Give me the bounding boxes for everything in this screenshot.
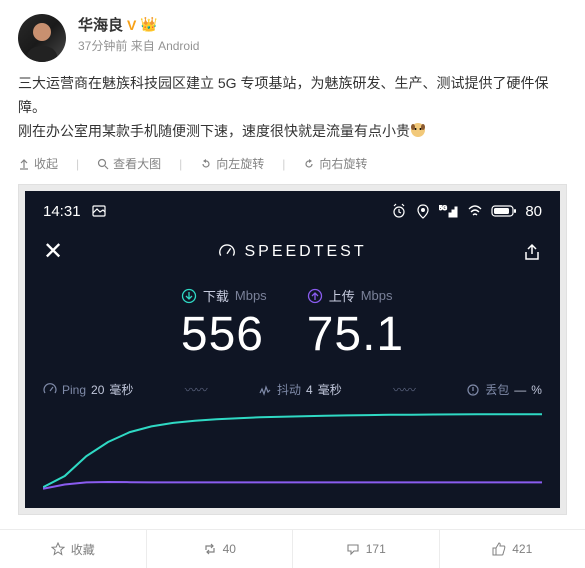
status-time: 14:31: [43, 203, 81, 220]
post-header: 华海良 V 👑 37分钟前 来自 Android: [18, 14, 567, 62]
separator: 〰〰: [185, 381, 207, 398]
source-prefix: 来自: [131, 39, 155, 53]
separator: 〰〰: [393, 381, 415, 398]
like-icon: [492, 542, 506, 556]
jitter-stat: 抖动 4毫秒: [258, 381, 342, 398]
phone-status-bar: 14:31 5G 80: [43, 191, 542, 231]
loss-icon: [466, 383, 480, 397]
gauge-icon: [218, 243, 236, 261]
signal-5g-icon: 5G: [439, 203, 459, 219]
upload-metric: 上传 Mbps 75.1: [307, 286, 404, 359]
speed-chart: [43, 408, 542, 493]
divider: |: [282, 157, 285, 171]
rotate-right-button[interactable]: 向右旋转: [303, 155, 367, 172]
repost-icon: [203, 542, 217, 556]
speedtest-screenshot: 14:31 5G 80 ✕ SPEEDTEST: [25, 191, 560, 508]
collapse-image-button[interactable]: 收起: [18, 155, 58, 172]
content-line-2: 刚在办公室用某款手机随便测下速，速度很快就是流量有点小贵: [18, 120, 567, 144]
location-icon: [415, 203, 431, 219]
dog-emoji-icon: [410, 122, 426, 138]
star-icon: [51, 542, 65, 556]
repost-button[interactable]: 40: [146, 530, 293, 568]
download-value: 556: [181, 311, 267, 359]
action-bar: 收藏 40 171 421: [0, 529, 585, 568]
post-source[interactable]: Android: [158, 39, 199, 53]
screenshot-indicator-icon: [91, 203, 107, 219]
upload-value: 75.1: [307, 311, 404, 359]
speed-metrics: 下载 Mbps 556 上传 Mbps 75.1: [43, 286, 542, 359]
verified-badge-icon: V: [127, 17, 136, 33]
loss-stat: 丢包 —%: [466, 381, 542, 398]
name-row: 华海良 V 👑: [78, 14, 567, 35]
jitter-icon: [258, 383, 272, 397]
share-icon: [522, 242, 542, 262]
upload-icon: [307, 288, 323, 304]
like-button[interactable]: 421: [439, 530, 585, 568]
ping-stat: Ping 20毫秒: [43, 381, 133, 398]
download-icon: [181, 288, 197, 304]
post-time: 37分钟前: [78, 39, 127, 53]
username[interactable]: 华海良: [78, 14, 123, 35]
favorite-button[interactable]: 收藏: [0, 530, 146, 568]
alarm-icon: [391, 203, 407, 219]
content-line-1: 三大运营商在魅族科技园区建立 5G 专项基站，为魅族研发、生产、测试提供了硬件保…: [18, 72, 567, 120]
speedtest-logo: SPEEDTEST: [218, 243, 366, 261]
ping-icon: [43, 383, 57, 397]
weibo-post: 华海良 V 👑 37分钟前 来自 Android 三大运营商在魅族科技园区建立 …: [0, 0, 585, 515]
comment-button[interactable]: 171: [292, 530, 439, 568]
header-text: 华海良 V 👑 37分钟前 来自 Android: [78, 14, 567, 54]
divider: |: [76, 157, 79, 171]
divider: |: [179, 157, 182, 171]
close-icon: ✕: [43, 237, 63, 266]
svg-text:5G: 5G: [439, 206, 447, 212]
wifi-icon: [467, 203, 483, 219]
battery-icon: [491, 204, 517, 218]
post-meta: 37分钟前 来自 Android: [78, 37, 567, 54]
avatar[interactable]: [18, 14, 66, 62]
image-toolbar: 收起 | 查看大图 | 向左旋转 | 向右旋转: [18, 155, 567, 172]
view-large-button[interactable]: 查看大图: [97, 155, 161, 172]
sub-stats: Ping 20毫秒 〰〰 抖动 4毫秒 〰〰 丢包 —%: [43, 381, 542, 398]
speedtest-header: ✕ SPEEDTEST: [43, 237, 542, 266]
rotate-left-button[interactable]: 向左旋转: [200, 155, 264, 172]
battery-percent: 80: [525, 203, 542, 220]
comment-icon: [346, 542, 360, 556]
embedded-image[interactable]: 14:31 5G 80 ✕ SPEEDTEST: [18, 184, 567, 515]
crown-icon: 👑: [140, 16, 157, 33]
post-content: 三大运营商在魅族科技园区建立 5G 专项基站，为魅族研发、生产、测试提供了硬件保…: [18, 72, 567, 143]
download-metric: 下载 Mbps 556: [181, 286, 267, 359]
